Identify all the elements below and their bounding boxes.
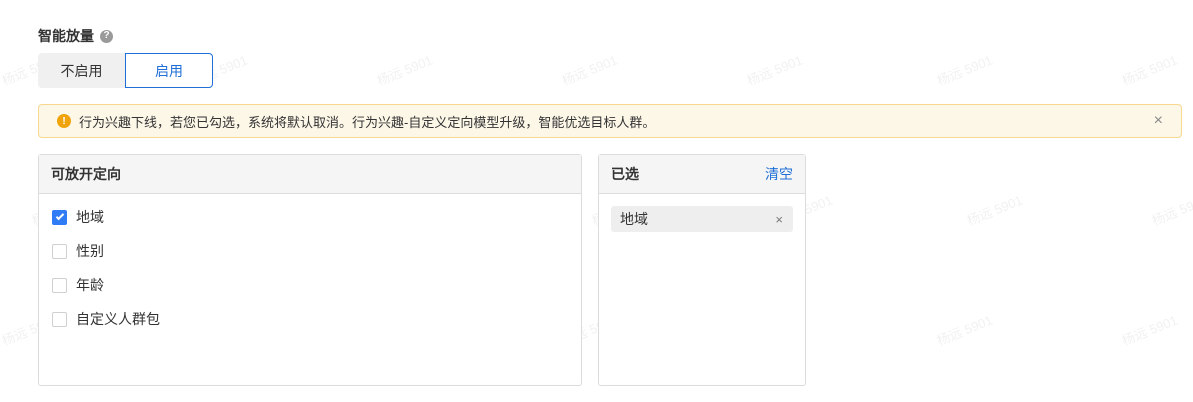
question-circle-icon[interactable]: ?	[100, 29, 113, 43]
warning-circle-icon: !	[57, 114, 71, 128]
option-label: 自定义人群包	[76, 311, 160, 327]
remove-tag-icon[interactable]: ×	[775, 212, 783, 227]
option-label: 性别	[76, 243, 104, 259]
watermark-text: 杨远 5901	[744, 52, 805, 89]
selected-panel: 已选 清空 地域 ×	[598, 154, 806, 386]
selected-tag-label: 地域	[620, 211, 648, 227]
available-panel-header: 可放开定向	[39, 155, 581, 194]
option-label: 地域	[76, 209, 104, 225]
selected-tag: 地域 ×	[611, 206, 793, 232]
watermark-text: 杨远 5901	[374, 52, 435, 89]
section-title: 智能放量 ?	[38, 26, 113, 46]
watermark-text: 杨远 5901	[964, 192, 1025, 229]
option-item[interactable]: 地域	[39, 200, 581, 234]
toggle-enable-button[interactable]: 启用	[125, 53, 213, 88]
notice-alert: ! 行为兴趣下线，若您已勾选，系统将默认取消。行为兴趣-自定义定向模型升级，智能…	[38, 104, 1182, 138]
section-title-text: 智能放量	[38, 28, 94, 44]
option-item[interactable]: 自定义人群包	[39, 302, 581, 336]
option-item[interactable]: 性别	[39, 234, 581, 268]
option-item[interactable]: 年龄	[39, 268, 581, 302]
selected-panel-title: 已选	[611, 166, 639, 182]
checkbox[interactable]	[52, 277, 67, 293]
watermark-text: 杨远 5901	[1119, 312, 1180, 349]
toggle-disable-button[interactable]: 不启用	[38, 53, 125, 88]
watermark-text: 杨远 5901	[934, 52, 995, 89]
check-icon	[55, 211, 64, 221]
watermark-text: 杨远 5901	[1149, 192, 1193, 229]
selected-panel-header: 已选 清空	[599, 155, 805, 194]
clear-button[interactable]: 清空	[765, 164, 793, 184]
checkbox[interactable]	[52, 243, 67, 259]
available-panel-title: 可放开定向	[51, 166, 121, 182]
watermark-text: 杨远 5901	[934, 312, 995, 349]
enable-toggle-group: 不启用 启用	[38, 53, 213, 88]
close-icon[interactable]: ×	[1154, 113, 1163, 129]
alert-text: 行为兴趣下线，若您已勾选，系统将默认取消。行为兴趣-自定义定向模型升级，智能优选…	[79, 114, 656, 130]
watermark-text: 杨远 5901	[1119, 52, 1180, 89]
available-targeting-panel: 可放开定向 地域性别年龄自定义人群包	[38, 154, 582, 386]
option-list: 地域性别年龄自定义人群包	[39, 194, 581, 336]
checkbox[interactable]	[52, 209, 67, 225]
option-label: 年龄	[76, 277, 104, 293]
checkbox[interactable]	[52, 311, 67, 327]
watermark-text: 杨远 5901	[559, 52, 620, 89]
